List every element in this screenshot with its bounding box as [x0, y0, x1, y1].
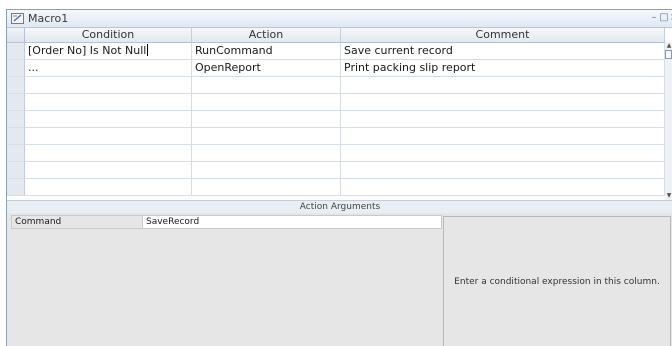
up-arrow-icon[interactable]: ▲ — [665, 42, 672, 50]
condition-cell[interactable] — [25, 94, 192, 110]
comment-cell[interactable] — [341, 111, 665, 127]
row-selector[interactable] — [7, 111, 25, 127]
condition-cell[interactable] — [25, 145, 192, 161]
action-cell[interactable] — [192, 179, 341, 195]
comment-cell[interactable]: Print packing slip report — [341, 60, 665, 76]
column-header-action[interactable]: Action — [192, 28, 341, 43]
down-arrow-icon[interactable]: ▼ — [665, 192, 672, 200]
action-cell[interactable] — [192, 145, 341, 161]
window-title: Macro1 — [28, 12, 69, 25]
row-selector[interactable] — [7, 60, 25, 76]
comment-cell[interactable] — [341, 128, 665, 144]
table-row — [7, 111, 665, 128]
command-field[interactable]: SaveRecord — [143, 216, 441, 228]
condition-cell[interactable]: [Order No] Is Not Null — [25, 43, 192, 59]
restore-button[interactable]: □ — [659, 11, 669, 25]
vertical-scrollbar[interactable]: ▲ ▼ — [665, 42, 672, 200]
table-row — [7, 179, 665, 196]
condition-cell[interactable] — [25, 162, 192, 178]
column-header-comment[interactable]: Comment — [341, 28, 665, 43]
macro-grid: Condition Action Comment [Order No] Is N… — [7, 28, 672, 200]
action-cell[interactable] — [192, 77, 341, 93]
condition-cell[interactable] — [25, 179, 192, 195]
condition-cell[interactable] — [25, 111, 192, 127]
argument-row-command: Command SaveRecord — [11, 215, 442, 229]
comment-cell[interactable] — [341, 94, 665, 110]
action-cell[interactable] — [192, 111, 341, 127]
table-row — [7, 128, 665, 145]
title-bar[interactable]: Macro1 – □ × — [7, 10, 672, 28]
row-selector[interactable] — [7, 43, 25, 59]
macro-window: Macro1 – □ × Condition Action Comment [O… — [6, 9, 672, 346]
action-cell[interactable] — [192, 94, 341, 110]
macro-icon — [11, 13, 24, 24]
action-cell[interactable]: RunCommand — [192, 43, 341, 59]
action-cell[interactable] — [192, 162, 341, 178]
row-selector[interactable] — [7, 94, 25, 110]
action-arguments-header: Action Arguments — [7, 200, 672, 213]
row-selector[interactable] — [7, 162, 25, 178]
table-row — [7, 77, 665, 94]
action-arguments-panel: Command SaveRecord Enter a conditional e… — [7, 213, 672, 346]
comment-cell[interactable]: Save current record — [341, 43, 665, 59]
text-cursor — [147, 44, 149, 56]
condition-cell[interactable]: ... — [25, 60, 192, 76]
argument-label: Command — [12, 216, 143, 228]
column-header-condition[interactable]: Condition — [25, 28, 192, 43]
comment-cell[interactable] — [341, 77, 665, 93]
action-cell[interactable] — [192, 128, 341, 144]
comment-cell[interactable] — [341, 162, 665, 178]
table-row — [7, 94, 665, 111]
comment-cell[interactable] — [341, 179, 665, 195]
table-row — [7, 162, 665, 179]
row-selector[interactable] — [7, 145, 25, 161]
help-text: Enter a conditional expression in this c… — [454, 277, 660, 287]
select-all-corner[interactable] — [7, 28, 25, 43]
table-row — [7, 145, 665, 162]
condition-cell[interactable] — [25, 77, 192, 93]
comment-cell[interactable] — [341, 145, 665, 161]
minimize-button[interactable]: – — [649, 11, 659, 25]
row-selector[interactable] — [7, 77, 25, 93]
action-cell[interactable]: OpenReport — [192, 60, 341, 76]
scroll-thumb[interactable] — [665, 50, 672, 59]
table-row: [Order No] Is Not Null RunCommand Save c… — [7, 43, 665, 60]
condition-cell[interactable] — [25, 128, 192, 144]
help-text-box: Enter a conditional expression in this c… — [443, 216, 671, 346]
row-selector[interactable] — [7, 128, 25, 144]
row-selector[interactable] — [7, 179, 25, 195]
table-row: ... OpenReport Print packing slip report — [7, 60, 665, 77]
